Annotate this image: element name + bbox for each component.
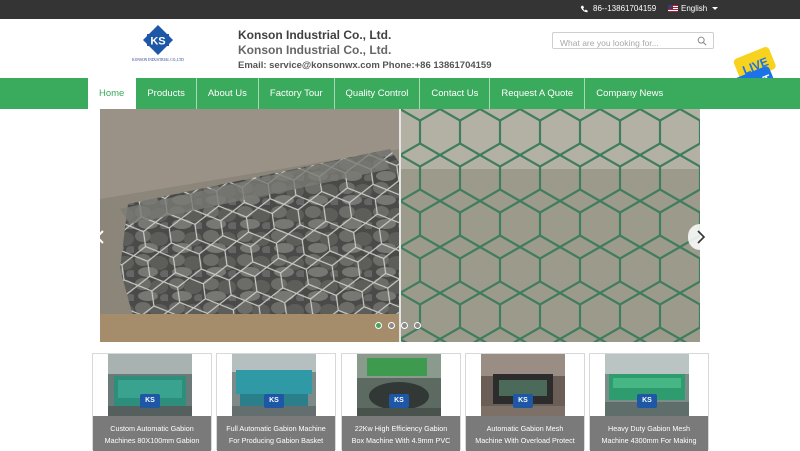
chevron-right-icon xyxy=(697,230,706,244)
product-card[interactable]: KS Automatic Gabion Mesh Machine With Ov… xyxy=(465,353,585,451)
banner-next-button[interactable] xyxy=(688,224,712,250)
product-card[interactable]: KS 22Kw High Efficiency Gabion Box Machi… xyxy=(341,353,461,451)
product-card[interactable]: KS Full Automatic Gabion Machine For Pro… xyxy=(216,353,336,451)
ks-watermark: KS xyxy=(389,394,409,408)
top-bar: 86--13861704159 English xyxy=(0,0,800,19)
product-caption: Full Automatic Gabion Machine For Produc… xyxy=(217,416,335,451)
product-title-line1: 22Kw High Efficiency Gabion xyxy=(354,424,448,433)
language-selector[interactable]: English xyxy=(668,4,719,13)
contact-line: Email: service@konsonwx.com Phone:+86 13… xyxy=(238,60,492,71)
phone-contact[interactable]: 86--13861704159 xyxy=(580,4,656,13)
search-icon[interactable] xyxy=(697,36,707,46)
company-logo[interactable]: KS KONSON INDUSTRIAL CO.,LTD xyxy=(128,25,188,69)
product-title-line2: Machine With Overload Protect xyxy=(475,436,575,445)
language-label: English xyxy=(681,4,708,13)
product-card[interactable]: KS Heavy Duty Gabion Mesh Machine 4300mm… xyxy=(589,353,709,451)
product-title-line1: Custom Automatic Gabion xyxy=(110,424,194,433)
chevron-left-icon xyxy=(95,230,104,244)
ks-watermark: KS xyxy=(513,394,533,408)
site-header: KS KONSON INDUSTRIAL CO.,LTD Konson Indu… xyxy=(0,19,800,78)
product-card[interactable]: KS Custom Automatic Gabion Machines 80X1… xyxy=(92,353,212,451)
product-title-line2: Machine 4300mm For Making xyxy=(601,436,697,445)
banner-dot-3[interactable] xyxy=(401,322,408,329)
ks-watermark: KS xyxy=(140,394,160,408)
banner-dot-1[interactable] xyxy=(375,322,382,329)
banner-image xyxy=(100,109,700,342)
us-flag-icon xyxy=(668,5,678,12)
logo-text: KONSON INDUSTRIAL CO.,LTD xyxy=(132,58,184,62)
ks-watermark: KS xyxy=(264,394,284,408)
product-caption: Custom Automatic Gabion Machines 80X100m… xyxy=(93,416,211,451)
product-title-line2: Box Machine With 4.9mm PVC xyxy=(351,436,451,445)
main-nav: Home Products About Us Factory Tour Qual… xyxy=(0,78,800,109)
phone-number: 86--13861704159 xyxy=(593,4,657,13)
company-info: Konson Industrial Co., Ltd. Konson Indus… xyxy=(238,28,492,71)
search-box xyxy=(552,32,714,51)
nav-item-request-quote[interactable]: Request A Quote xyxy=(490,78,586,109)
product-title-line2: For Producing Gabion Basket xyxy=(228,436,324,445)
banner-dot-4[interactable] xyxy=(414,322,421,329)
company-name-primary: Konson Industrial Co., Ltd. xyxy=(238,28,392,42)
banner-prev-button[interactable] xyxy=(90,224,112,250)
product-title-line1: Full Automatic Gabion Machine xyxy=(226,424,326,433)
nav-item-about-us[interactable]: About Us xyxy=(197,78,259,109)
ks-watermark: KS xyxy=(637,394,657,408)
product-list: KS Custom Automatic Gabion Machines 80X1… xyxy=(92,353,712,451)
company-name-secondary: Konson Industrial Co., Ltd. xyxy=(238,43,392,57)
hero-banner[interactable] xyxy=(100,109,700,342)
banner-dot-2[interactable] xyxy=(388,322,395,329)
nav-item-quality-control[interactable]: Quality Control xyxy=(335,78,421,109)
product-title-line2: Machines 80X100mm Gabion xyxy=(104,436,200,445)
product-caption: 22Kw High Efficiency Gabion Box Machine … xyxy=(342,416,460,451)
ks-logo-badge: KS xyxy=(143,25,173,55)
chevron-down-icon xyxy=(712,7,719,10)
logo-letters: KS xyxy=(150,36,165,48)
banner-pagination xyxy=(375,322,421,329)
nav-item-products[interactable]: Products xyxy=(136,78,197,109)
search-input[interactable] xyxy=(553,35,693,51)
product-title-line1: Heavy Duty Gabion Mesh xyxy=(608,424,690,433)
product-title-line1: Automatic Gabion Mesh xyxy=(486,424,564,433)
nav-item-factory-tour[interactable]: Factory Tour xyxy=(259,78,335,109)
phone-icon xyxy=(580,5,588,12)
product-caption: Automatic Gabion Mesh Machine With Overl… xyxy=(466,416,584,451)
product-caption: Heavy Duty Gabion Mesh Machine 4300mm Fo… xyxy=(590,416,708,451)
nav-item-company-news[interactable]: Company News xyxy=(585,78,674,109)
nav-item-home[interactable]: Home xyxy=(88,78,137,109)
nav-item-contact-us[interactable]: Contact Us xyxy=(420,78,491,109)
